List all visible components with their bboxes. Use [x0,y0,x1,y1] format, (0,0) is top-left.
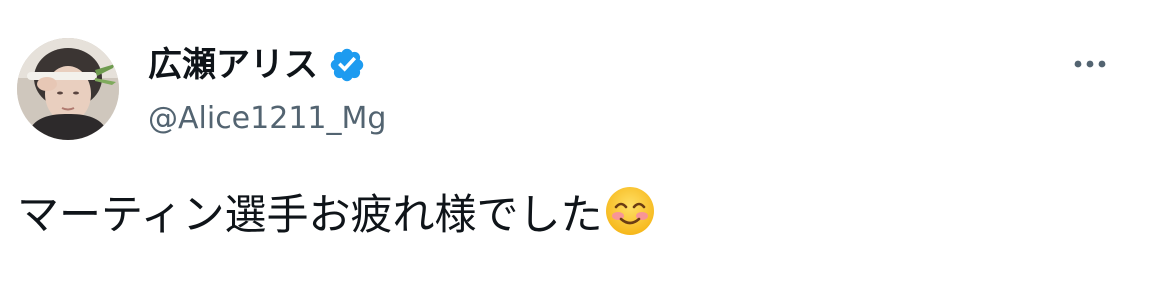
display-name[interactable]: 広瀬アリス [148,40,318,90]
avatar-photo-icon [17,38,119,140]
more-options-button[interactable] [1068,50,1112,78]
tweet-body: マーティン選手お疲れ様でした [17,183,656,239]
verified-badge-icon[interactable] [328,46,366,84]
tweet-card: 広瀬アリス @Alice1211_Mg マーティン選手お疲れ様でした [0,0,1155,285]
user-info: 広瀬アリス @Alice1211_Mg [148,40,386,142]
user-handle[interactable]: @Alice1211_Mg [148,96,386,142]
more-options-icon [1074,60,1106,68]
name-row: 広瀬アリス [148,40,386,90]
smiling-face-with-smiling-eyes-icon [604,185,656,237]
tweet-text: マーティン選手お疲れ様でした [17,189,603,239]
avatar[interactable] [17,38,119,140]
